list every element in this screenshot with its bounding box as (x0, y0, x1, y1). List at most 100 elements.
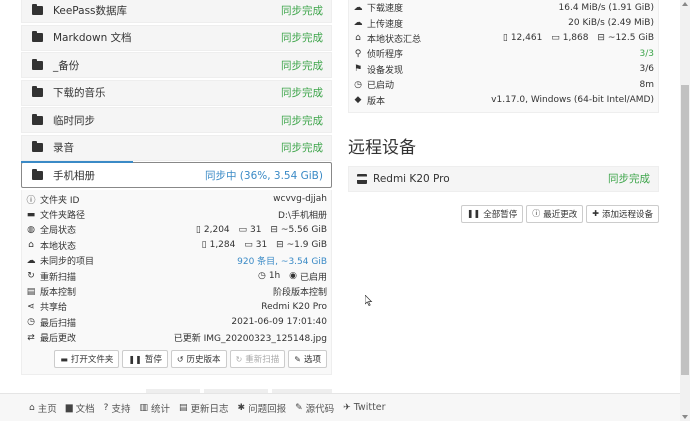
stat-label: 设备发现 (367, 65, 404, 76)
folder-row[interactable]: 录音 同步完成 (21, 134, 332, 161)
dir-count: 31 (255, 240, 268, 251)
out-of-sync-link[interactable]: 920 条目, ~3.54 GiB (237, 254, 327, 267)
detail-row-id: ⓘ 文件夹 ID wcvvg-djjah (26, 192, 327, 207)
stat-value: 16.4 MiB/s (1.91 GiB) (558, 2, 655, 13)
folder-name: 录音 (53, 142, 74, 154)
folder-row[interactable]: 临时同步 同步完成 (21, 107, 332, 133)
file-icon: ▯ (195, 224, 201, 235)
detail-row-path: ▬ 文件夹路径 D:\手机相册 (26, 207, 327, 222)
rescan-interval: 1h (268, 271, 281, 282)
file-count: 1,284 (209, 240, 236, 251)
stat-download: ☁ 下载速度 16.4 MiB/s (1.91 GiB) (353, 0, 655, 15)
scrollbar-thumb[interactable] (681, 85, 689, 375)
footer-link-twitter[interactable]: ✈ Twitter (343, 402, 385, 413)
stat-discovery: ⚑ 设备发现 3/6 (353, 62, 654, 77)
folder-row[interactable]: _备份 同步完成 (21, 52, 332, 78)
folder-outline-icon: ▭ (551, 33, 560, 44)
link-label: 源代码 (305, 403, 335, 415)
mouse-cursor-icon (365, 295, 373, 306)
tag-icon: ◆ (354, 95, 362, 106)
clock-icon: ◷ (354, 79, 362, 90)
footer-link-source[interactable]: ✎ 源代码 (295, 401, 334, 415)
detail-label: 版本控制 (40, 288, 77, 299)
stat-uptime: ◷ 已启动 8m (353, 77, 654, 92)
detail-value: 已更新 IMG_20200323_125148.jpg (173, 334, 327, 345)
refresh-icon: ↻ (235, 354, 243, 364)
changelog-icon: ▤ (179, 402, 188, 413)
stat-label: 侦听程序 (367, 50, 404, 61)
cloud-download-icon: ☁ (353, 2, 363, 13)
stat-version: ◆ 版本 v1.17.0, Windows (64-bit Intel/AMD) (353, 92, 654, 107)
link-label: 更新日志 (190, 403, 229, 415)
detail-row-shared: ⋖ 共享给 Redmi K20 Pro (26, 299, 327, 314)
folder-open-icon (32, 168, 43, 180)
stat-label: 下载速度 (367, 4, 404, 15)
folder-row[interactable]: KeePass数据库 同步完成 (21, 0, 332, 23)
listeners-link[interactable]: 3/3 (640, 49, 654, 59)
detail-label: 全局状态 (40, 226, 77, 237)
button-label: 添加远程设备 (601, 209, 653, 220)
watch-status: 已启用 (299, 272, 327, 283)
footer-link-home[interactable]: ⌂ 主页 (29, 401, 57, 415)
folder-row[interactable]: 下载的音乐 同步完成 (21, 79, 332, 106)
folder-status: 同步中 (36%, 3.54 GiB) (204, 169, 323, 182)
detail-row-local: ⌂ 本地状态 ▯ 1,284 ▭ 31 ⊟ ~1.9 GiB (26, 238, 327, 253)
folder-status: 同步完成 (281, 114, 323, 127)
detail-label: 共享给 (40, 303, 68, 314)
file-count: 12,461 (510, 33, 543, 44)
discovery-link[interactable]: 3/6 (640, 64, 654, 74)
stat-local-total: ⌂ 本地状态汇总 ▯ 12,461 ▭ 1,868 ⊟ ~12.5 GiB (353, 31, 654, 46)
this-device-panel: ☁ 下载速度 16.4 MiB/s (1.91 GiB) ☁ 上传速度 20 KiB/s… (348, 0, 659, 113)
detail-row-global: ◍ 全局状态 ▯ 2,204 ▭ 31 ⊟ ~5.56 GiB (26, 222, 327, 237)
footer-nav: ⌂ 主页 ▆ 文档 ? 支持 ▥ 统计 ▤ 更新日志 ✱ 问题回报 ✎ 源代码 ✈ Twitte… (0, 393, 680, 421)
detail-label: 本地状态 (40, 241, 77, 252)
folder-icon (32, 86, 43, 97)
detail-label: 最后扫描 (40, 318, 77, 329)
signpost-icon: ⚑ (353, 64, 363, 75)
folder-list: KeePass数据库 同步完成 Markdown 文档 同步完成 _备份 同步完成 下… (21, 0, 332, 376)
pause-icon: ❚❚ (466, 209, 481, 219)
vertical-scrollbar[interactable] (680, 0, 690, 421)
folder-open-icon: ▬ (60, 354, 68, 364)
footer-link-docs[interactable]: ▆ 文档 (66, 401, 95, 415)
hdd-icon: ⊟ (597, 33, 605, 44)
scroll-up-arrow-icon[interactable] (682, 2, 688, 6)
pause-button[interactable]: ❚❚ 暂停 (122, 350, 168, 369)
book-icon: ▆ (65, 402, 73, 413)
remote-device-row[interactable]: Redmi K20 Pro 同步完成 (348, 165, 659, 192)
file-icon: ▯ (201, 240, 207, 251)
device-status: 同步完成 (608, 173, 650, 186)
pause-all-button[interactable]: ❚❚ 全部暂停 (460, 204, 524, 223)
stat-value: v1.17.0, Windows (64-bit Intel/AMD) (491, 95, 654, 106)
folder-actions: ▬ 打开文件夹 ❚❚ 暂停 ↺ 历史版本 ↻ 重新扫描 ✎ 选项 (26, 345, 327, 374)
size-value: ~1.9 GiB (286, 240, 327, 251)
footer-link-stats[interactable]: ▥ 统计 (139, 401, 170, 415)
detail-row-out-of-sync: ☁ 未同步的项目 920 条目, ~3.54 GiB (26, 253, 328, 268)
plus-icon: ✚ (592, 209, 599, 219)
footer-link-support[interactable]: ? 支持 (104, 401, 131, 415)
footer-link-bugs[interactable]: ✱ 问题回报 (238, 401, 287, 415)
history-button[interactable]: ↺ 历史版本 (170, 350, 227, 369)
options-button[interactable]: ✎ 选项 (288, 350, 327, 369)
link-label: 文档 (75, 403, 95, 415)
folder-row[interactable]: Markdown 文档 同步完成 (21, 24, 332, 51)
folder-status: 同步完成 (281, 59, 323, 72)
footer-link-changelog[interactable]: ▤ 更新日志 (179, 401, 229, 415)
folder-icon (32, 141, 43, 152)
folder-status: 同步完成 (281, 87, 323, 99)
add-remote-device-button[interactable]: ✚ 添加远程设备 (586, 204, 659, 223)
folder-row-expanded[interactable]: 手机相册 同步中 (36%, 3.54 GiB) (21, 162, 332, 188)
hdd-icon: ⊟ (270, 224, 278, 235)
rescan-button[interactable]: ↻ 重新扫描 (229, 350, 286, 369)
detail-label: 未同步的项目 (40, 257, 95, 268)
link-label: 问题回报 (248, 403, 287, 415)
cloud-download-icon: ☁ (26, 255, 36, 266)
open-folder-button[interactable]: ▬ 打开文件夹 (54, 350, 120, 369)
button-label: 重新扫描 (245, 355, 280, 366)
scroll-down-arrow-icon[interactable] (682, 415, 688, 419)
stat-value: 8m (639, 79, 655, 90)
recent-changes-button[interactable]: ⓘ 最近更改 (526, 204, 584, 223)
stat-value: 20 KiB/s (2.49 MiB) (568, 18, 654, 29)
folder-name: _备份 (53, 59, 80, 72)
stat-label: 已启动 (367, 81, 395, 92)
